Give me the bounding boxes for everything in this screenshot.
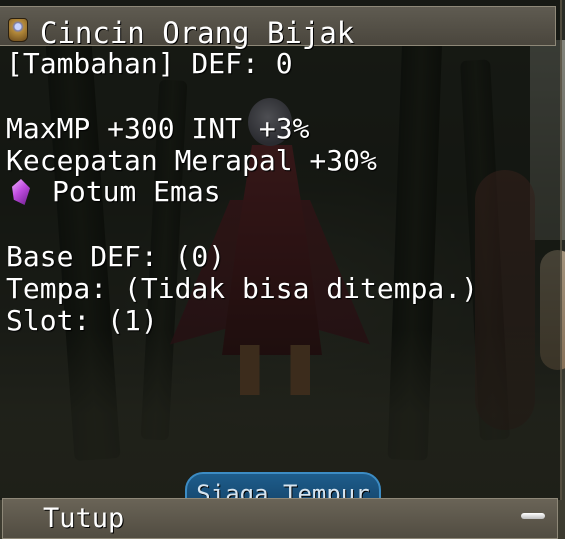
ring-icon [8,18,28,42]
bonus-def-line: [Tambahan] DEF: 0 [6,47,293,80]
minimize-icon[interactable] [521,513,545,519]
tooltip-bottom-bar: Tutup [2,498,558,539]
base-def-line: Base DEF: (0) [6,240,226,273]
slot-line: Slot: (1) [6,304,158,337]
item-name: Cincin Orang Bijak [40,16,355,50]
close-button[interactable]: Tutup [43,503,124,534]
gem-label: Potum Emas [52,175,221,208]
item-tooltip-panel: Cincin Orang Bijak [Tambahan] DEF: 0 Max… [0,0,562,500]
stats-line: MaxMP +300 INT +3% [6,112,310,145]
refine-line: Tempa: (Tidak bisa ditempa.) [6,272,479,305]
purple-gem-icon [12,179,30,205]
tooltip-title-bar: Cincin Orang Bijak [0,6,556,50]
stats-line: Kecepatan Merapal +30% [6,144,377,177]
